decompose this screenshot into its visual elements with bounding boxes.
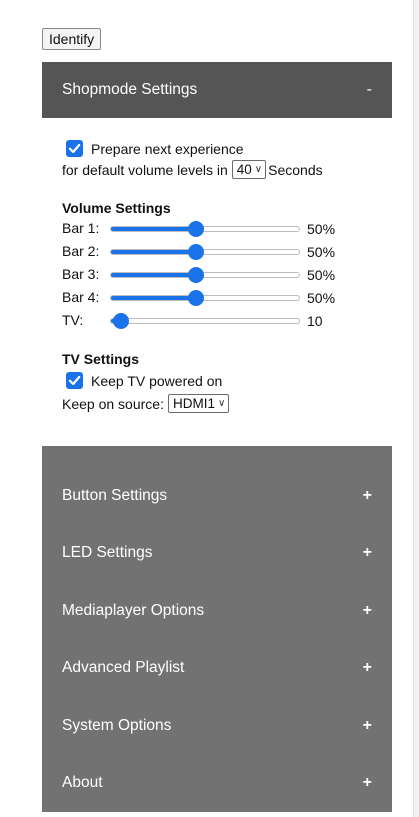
slider-label: Bar 4:: [62, 289, 100, 305]
prepare-experience-checkbox[interactable]: [66, 140, 83, 157]
slider-thumb[interactable]: [188, 267, 204, 283]
section-header-label: About: [62, 774, 103, 791]
seconds-select-value: 40: [236, 162, 252, 177]
volume-slider-row: TV: 10: [62, 310, 382, 332]
slider-label: Bar 1:: [62, 220, 100, 236]
section-header-advanced-playlist[interactable]: Advanced Playlist +: [42, 640, 392, 696]
prepare-experience-label: Prepare next experience: [91, 140, 244, 157]
expand-icon: +: [362, 487, 372, 504]
expand-icon: +: [362, 544, 372, 561]
volume-slider-row: Bar 1: 50%: [62, 218, 382, 240]
volume-slider-row: Bar 2: 50%: [62, 241, 382, 263]
expand-icon: +: [362, 602, 372, 619]
slider-thumb[interactable]: [188, 244, 204, 260]
keep-source-row: Keep on source: HDMI1 ∨: [62, 394, 231, 413]
slider-value: 50%: [307, 221, 336, 237]
collapse-icon: -: [366, 81, 372, 98]
chevron-down-icon: ∨: [254, 164, 263, 175]
slider-fill: [111, 227, 197, 231]
expand-icon: +: [362, 659, 372, 676]
checkmark-icon: [68, 143, 81, 154]
section-header-label: System Options: [62, 717, 172, 734]
slider-value: 10: [307, 313, 323, 329]
default-volume-row: for default volume levels in 40 ∨ Second…: [62, 160, 323, 179]
section-header-label: Advanced Playlist: [62, 659, 185, 676]
keep-source-label: Keep on source:: [62, 395, 164, 412]
section-header-system-options[interactable]: System Options +: [42, 698, 392, 754]
slider-thumb[interactable]: [188, 290, 204, 306]
scrollbar-track[interactable]: [413, 0, 419, 817]
volume-settings-heading: Volume Settings: [62, 200, 171, 216]
identify-button[interactable]: Identify: [42, 28, 102, 50]
keep-tv-checkbox[interactable]: [66, 372, 83, 389]
checkmark-icon: [68, 375, 81, 386]
tv-settings-heading: TV Settings: [62, 351, 140, 367]
slider-label: Bar 2:: [62, 243, 100, 259]
keep-tv-label: Keep TV powered on: [91, 372, 223, 389]
shopmode-settings-header[interactable]: Shopmode Settings -: [42, 62, 392, 118]
slider-track[interactable]: [110, 295, 300, 301]
seconds-suffix: Seconds: [268, 161, 323, 178]
slider-track[interactable]: [110, 272, 300, 278]
section-header-led-settings[interactable]: LED Settings +: [42, 525, 392, 581]
slider-label: Bar 3:: [62, 266, 100, 282]
slider-value: 50%: [307, 290, 336, 306]
slider-track[interactable]: [110, 318, 300, 324]
section-header-label: Button Settings: [62, 487, 168, 504]
slider-thumb[interactable]: [113, 313, 129, 329]
section-header-about[interactable]: About +: [42, 755, 392, 811]
slider-track[interactable]: [110, 226, 300, 232]
slider-track[interactable]: [110, 249, 300, 255]
slider-label: TV:: [62, 312, 84, 328]
shopmode-settings-panel: Prepare next experience for default volu…: [42, 118, 392, 446]
slider-fill: [111, 250, 197, 254]
chevron-down-icon: ∨: [217, 398, 226, 409]
slider-value: 50%: [307, 244, 336, 260]
volume-slider-row: Bar 3: 50%: [62, 264, 382, 286]
seconds-select[interactable]: 40 ∨: [231, 160, 267, 179]
source-select-value: HDMI1: [172, 396, 215, 411]
default-volume-prefix: for default volume levels in: [62, 161, 228, 178]
prepare-experience-row: Prepare next experience: [66, 140, 244, 157]
section-header-label: LED Settings: [62, 544, 153, 561]
slider-fill: [111, 273, 197, 277]
keep-tv-row: Keep TV powered on: [66, 372, 222, 389]
slider-fill: [111, 296, 197, 300]
volume-slider-row: Bar 4: 50%: [62, 287, 382, 309]
expand-icon: +: [362, 774, 372, 791]
section-header-button-settings[interactable]: Button Settings +: [42, 468, 392, 524]
section-header-label: Mediaplayer Options: [62, 602, 205, 619]
collapsed-sections: Button Settings + LED Settings + Mediaplayer…: [42, 446, 392, 812]
slider-value: 50%: [307, 267, 336, 283]
source-select[interactable]: HDMI1 ∨: [167, 394, 230, 413]
shopmode-settings-title: Shopmode Settings: [62, 81, 198, 98]
section-header-mediaplayer-options[interactable]: Mediaplayer Options +: [42, 583, 392, 639]
expand-icon: +: [362, 717, 372, 734]
slider-thumb[interactable]: [188, 221, 204, 237]
